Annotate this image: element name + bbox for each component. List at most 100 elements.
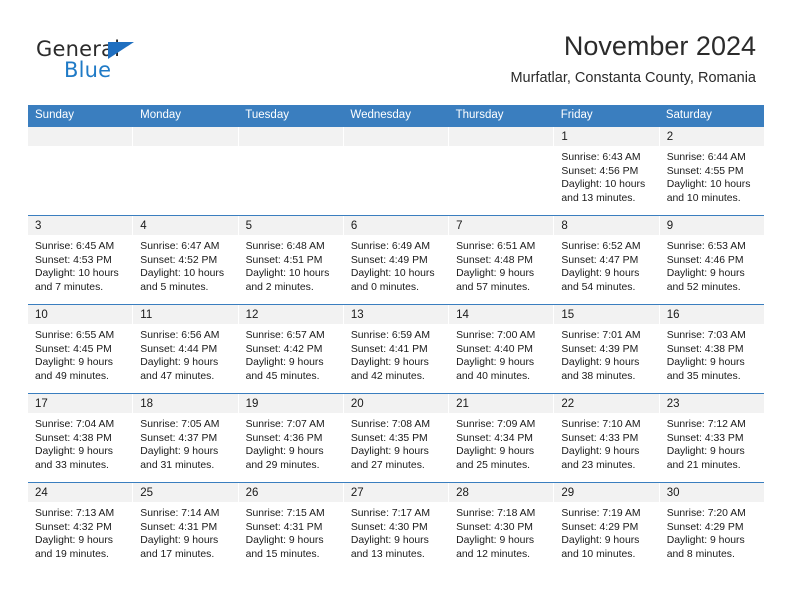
- day-details: Sunrise: 6:56 AM Sunset: 4:44 PM Dayligh…: [133, 324, 237, 383]
- day-details: Sunrise: 6:45 AM Sunset: 4:53 PM Dayligh…: [28, 235, 132, 294]
- day-number-band: 13: [343, 305, 449, 324]
- day-details: Sunrise: 6:43 AM Sunset: 4:56 PM Dayligh…: [554, 146, 658, 205]
- day-cell[interactable]: 23 Sunrise: 7:12 AM Sunset: 4:33 PM Dayl…: [659, 394, 764, 482]
- daylight-text-line1: Daylight: 10 hours: [245, 268, 330, 280]
- daylight-text-line1: Daylight: 10 hours: [140, 268, 225, 280]
- day-number-band: 15: [554, 305, 659, 324]
- daylight-text-line2: and 33 minutes.: [35, 459, 109, 471]
- day-cell[interactable]: 28 Sunrise: 7:18 AM Sunset: 4:30 PM Dayl…: [449, 483, 555, 571]
- daylight-text-line1: Daylight: 10 hours: [561, 179, 646, 191]
- logo-general-blue[interactable]: General Blue: [36, 38, 166, 86]
- day-details: Sunrise: 6:48 AM Sunset: 4:51 PM Dayligh…: [239, 235, 343, 294]
- day-number: 14: [456, 309, 469, 321]
- day-cell[interactable]: 27 Sunrise: 7:17 AM Sunset: 4:30 PM Dayl…: [343, 483, 450, 571]
- day-cell[interactable]: 4 Sunrise: 6:47 AM Sunset: 4:52 PM Dayli…: [133, 216, 239, 304]
- day-cell[interactable]: [343, 127, 450, 215]
- day-cell[interactable]: 15 Sunrise: 7:01 AM Sunset: 4:39 PM Dayl…: [554, 305, 660, 393]
- daylight-text-line2: and 45 minutes.: [245, 370, 320, 382]
- day-details: Sunrise: 6:44 AM Sunset: 4:55 PM Dayligh…: [660, 146, 764, 205]
- day-cell[interactable]: 17 Sunrise: 7:04 AM Sunset: 4:38 PM Dayl…: [28, 394, 134, 482]
- day-cell[interactable]: 2 Sunrise: 6:44 AM Sunset: 4:55 PM Dayli…: [659, 127, 764, 215]
- sunset-text: Sunset: 4:56 PM: [561, 165, 639, 177]
- day-details: [344, 146, 448, 151]
- sunrise-text: Sunrise: 6:47 AM: [140, 241, 220, 252]
- day-cell[interactable]: [449, 127, 555, 215]
- sunrise-text: Sunrise: 7:04 AM: [35, 419, 115, 430]
- day-cell[interactable]: 6 Sunrise: 6:49 AM Sunset: 4:49 PM Dayli…: [343, 216, 450, 304]
- daylight-text-line2: and 35 minutes.: [666, 370, 741, 382]
- daylight-text-line1: Daylight: 10 hours: [350, 268, 435, 280]
- daylight-text-line2: and 8 minutes.: [666, 548, 735, 560]
- daylight-text-line1: Daylight: 9 hours: [561, 535, 640, 547]
- day-number-band: 4: [133, 216, 238, 235]
- sunset-text: Sunset: 4:40 PM: [456, 343, 533, 355]
- day-cell[interactable]: 13 Sunrise: 6:59 AM Sunset: 4:41 PM Dayl…: [343, 305, 450, 393]
- sunset-text: Sunset: 4:51 PM: [245, 254, 323, 266]
- day-cell[interactable]: 8 Sunrise: 6:52 AM Sunset: 4:47 PM Dayli…: [554, 216, 660, 304]
- day-number-band: 26: [238, 483, 343, 502]
- day-details: Sunrise: 6:52 AM Sunset: 4:47 PM Dayligh…: [554, 235, 658, 294]
- day-number: 18: [140, 398, 154, 410]
- day-cell[interactable]: 18 Sunrise: 7:05 AM Sunset: 4:37 PM Dayl…: [133, 394, 239, 482]
- sunrise-text: Sunrise: 7:05 AM: [140, 419, 220, 430]
- daylight-text-line1: Daylight: 9 hours: [245, 535, 324, 547]
- day-cell[interactable]: 14 Sunrise: 7:00 AM Sunset: 4:40 PM Dayl…: [449, 305, 555, 393]
- day-details: Sunrise: 7:18 AM Sunset: 4:30 PM Dayligh…: [449, 502, 553, 561]
- day-cell[interactable]: 1 Sunrise: 6:43 AM Sunset: 4:56 PM Dayli…: [554, 127, 660, 215]
- day-cell[interactable]: 30 Sunrise: 7:20 AM Sunset: 4:29 PM Dayl…: [659, 483, 764, 571]
- day-cell[interactable]: 22 Sunrise: 7:10 AM Sunset: 4:33 PM Dayl…: [554, 394, 660, 482]
- day-number: 15: [561, 309, 575, 321]
- day-number-band: 2: [659, 127, 764, 146]
- day-number: 8: [561, 220, 568, 232]
- day-number-band: 18: [133, 394, 238, 413]
- day-number-band: 23: [659, 394, 764, 413]
- day-details: Sunrise: 6:57 AM Sunset: 4:42 PM Dayligh…: [239, 324, 343, 383]
- daylight-text-line1: Daylight: 9 hours: [456, 357, 535, 369]
- day-cell[interactable]: 19 Sunrise: 7:07 AM Sunset: 4:36 PM Dayl…: [238, 394, 344, 482]
- daylight-text-line2: and 7 minutes.: [35, 281, 104, 293]
- sunset-text: Sunset: 4:44 PM: [140, 343, 218, 355]
- day-cell[interactable]: [133, 127, 239, 215]
- day-cell[interactable]: 3 Sunrise: 6:45 AM Sunset: 4:53 PM Dayli…: [28, 216, 134, 304]
- day-cell[interactable]: 11 Sunrise: 6:56 AM Sunset: 4:44 PM Dayl…: [133, 305, 239, 393]
- week-row: 10 Sunrise: 6:55 AM Sunset: 4:45 PM Dayl…: [28, 304, 764, 393]
- day-details: Sunrise: 7:08 AM Sunset: 4:35 PM Dayligh…: [344, 413, 448, 472]
- sunset-text: Sunset: 4:31 PM: [140, 521, 218, 533]
- weekday-monday: Monday: [140, 109, 182, 121]
- day-cell[interactable]: [28, 127, 134, 215]
- day-details: Sunrise: 7:17 AM Sunset: 4:30 PM Dayligh…: [344, 502, 448, 561]
- day-cell[interactable]: 24 Sunrise: 7:13 AM Sunset: 4:32 PM Dayl…: [28, 483, 134, 571]
- day-cell[interactable]: 9 Sunrise: 6:53 AM Sunset: 4:46 PM Dayli…: [659, 216, 764, 304]
- daylight-text-line2: and 38 minutes.: [561, 370, 636, 382]
- daylight-text-line2: and 10 minutes.: [666, 192, 741, 204]
- day-number: 19: [245, 398, 259, 410]
- sunset-text: Sunset: 4:46 PM: [666, 254, 744, 266]
- day-cell[interactable]: 7 Sunrise: 6:51 AM Sunset: 4:48 PM Dayli…: [449, 216, 555, 304]
- day-number-band: 27: [343, 483, 449, 502]
- day-cell[interactable]: 10 Sunrise: 6:55 AM Sunset: 4:45 PM Dayl…: [28, 305, 134, 393]
- sunrise-text: Sunrise: 6:56 AM: [140, 330, 220, 341]
- sunrise-text: Sunrise: 7:12 AM: [666, 419, 746, 430]
- day-cell[interactable]: 29 Sunrise: 7:19 AM Sunset: 4:29 PM Dayl…: [554, 483, 660, 571]
- day-cell[interactable]: 20 Sunrise: 7:08 AM Sunset: 4:35 PM Dayl…: [343, 394, 450, 482]
- day-cell[interactable]: 5 Sunrise: 6:48 AM Sunset: 4:51 PM Dayli…: [238, 216, 344, 304]
- day-number: 12: [245, 309, 259, 321]
- sunrise-text: Sunrise: 6:57 AM: [245, 330, 325, 341]
- day-details: [239, 146, 343, 151]
- day-number-band: 14: [449, 305, 554, 324]
- day-cell[interactable]: 16 Sunrise: 7:03 AM Sunset: 4:38 PM Dayl…: [659, 305, 764, 393]
- day-details: Sunrise: 7:09 AM Sunset: 4:34 PM Dayligh…: [449, 413, 553, 472]
- day-details: Sunrise: 7:07 AM Sunset: 4:36 PM Dayligh…: [239, 413, 343, 472]
- day-cell[interactable]: 12 Sunrise: 6:57 AM Sunset: 4:42 PM Dayl…: [238, 305, 344, 393]
- day-number: 7: [456, 220, 463, 232]
- sunset-text: Sunset: 4:30 PM: [456, 521, 533, 533]
- day-cell[interactable]: [238, 127, 344, 215]
- day-details: Sunrise: 6:55 AM Sunset: 4:45 PM Dayligh…: [28, 324, 132, 383]
- day-number: 10: [35, 309, 48, 321]
- day-number: 26: [245, 487, 259, 499]
- day-cell[interactable]: 21 Sunrise: 7:09 AM Sunset: 4:34 PM Dayl…: [449, 394, 555, 482]
- daylight-text-line1: Daylight: 9 hours: [245, 446, 324, 458]
- day-cell[interactable]: 26 Sunrise: 7:15 AM Sunset: 4:31 PM Dayl…: [238, 483, 344, 571]
- day-cell[interactable]: 25 Sunrise: 7:14 AM Sunset: 4:31 PM Dayl…: [133, 483, 239, 571]
- sunset-text: Sunset: 4:31 PM: [245, 521, 323, 533]
